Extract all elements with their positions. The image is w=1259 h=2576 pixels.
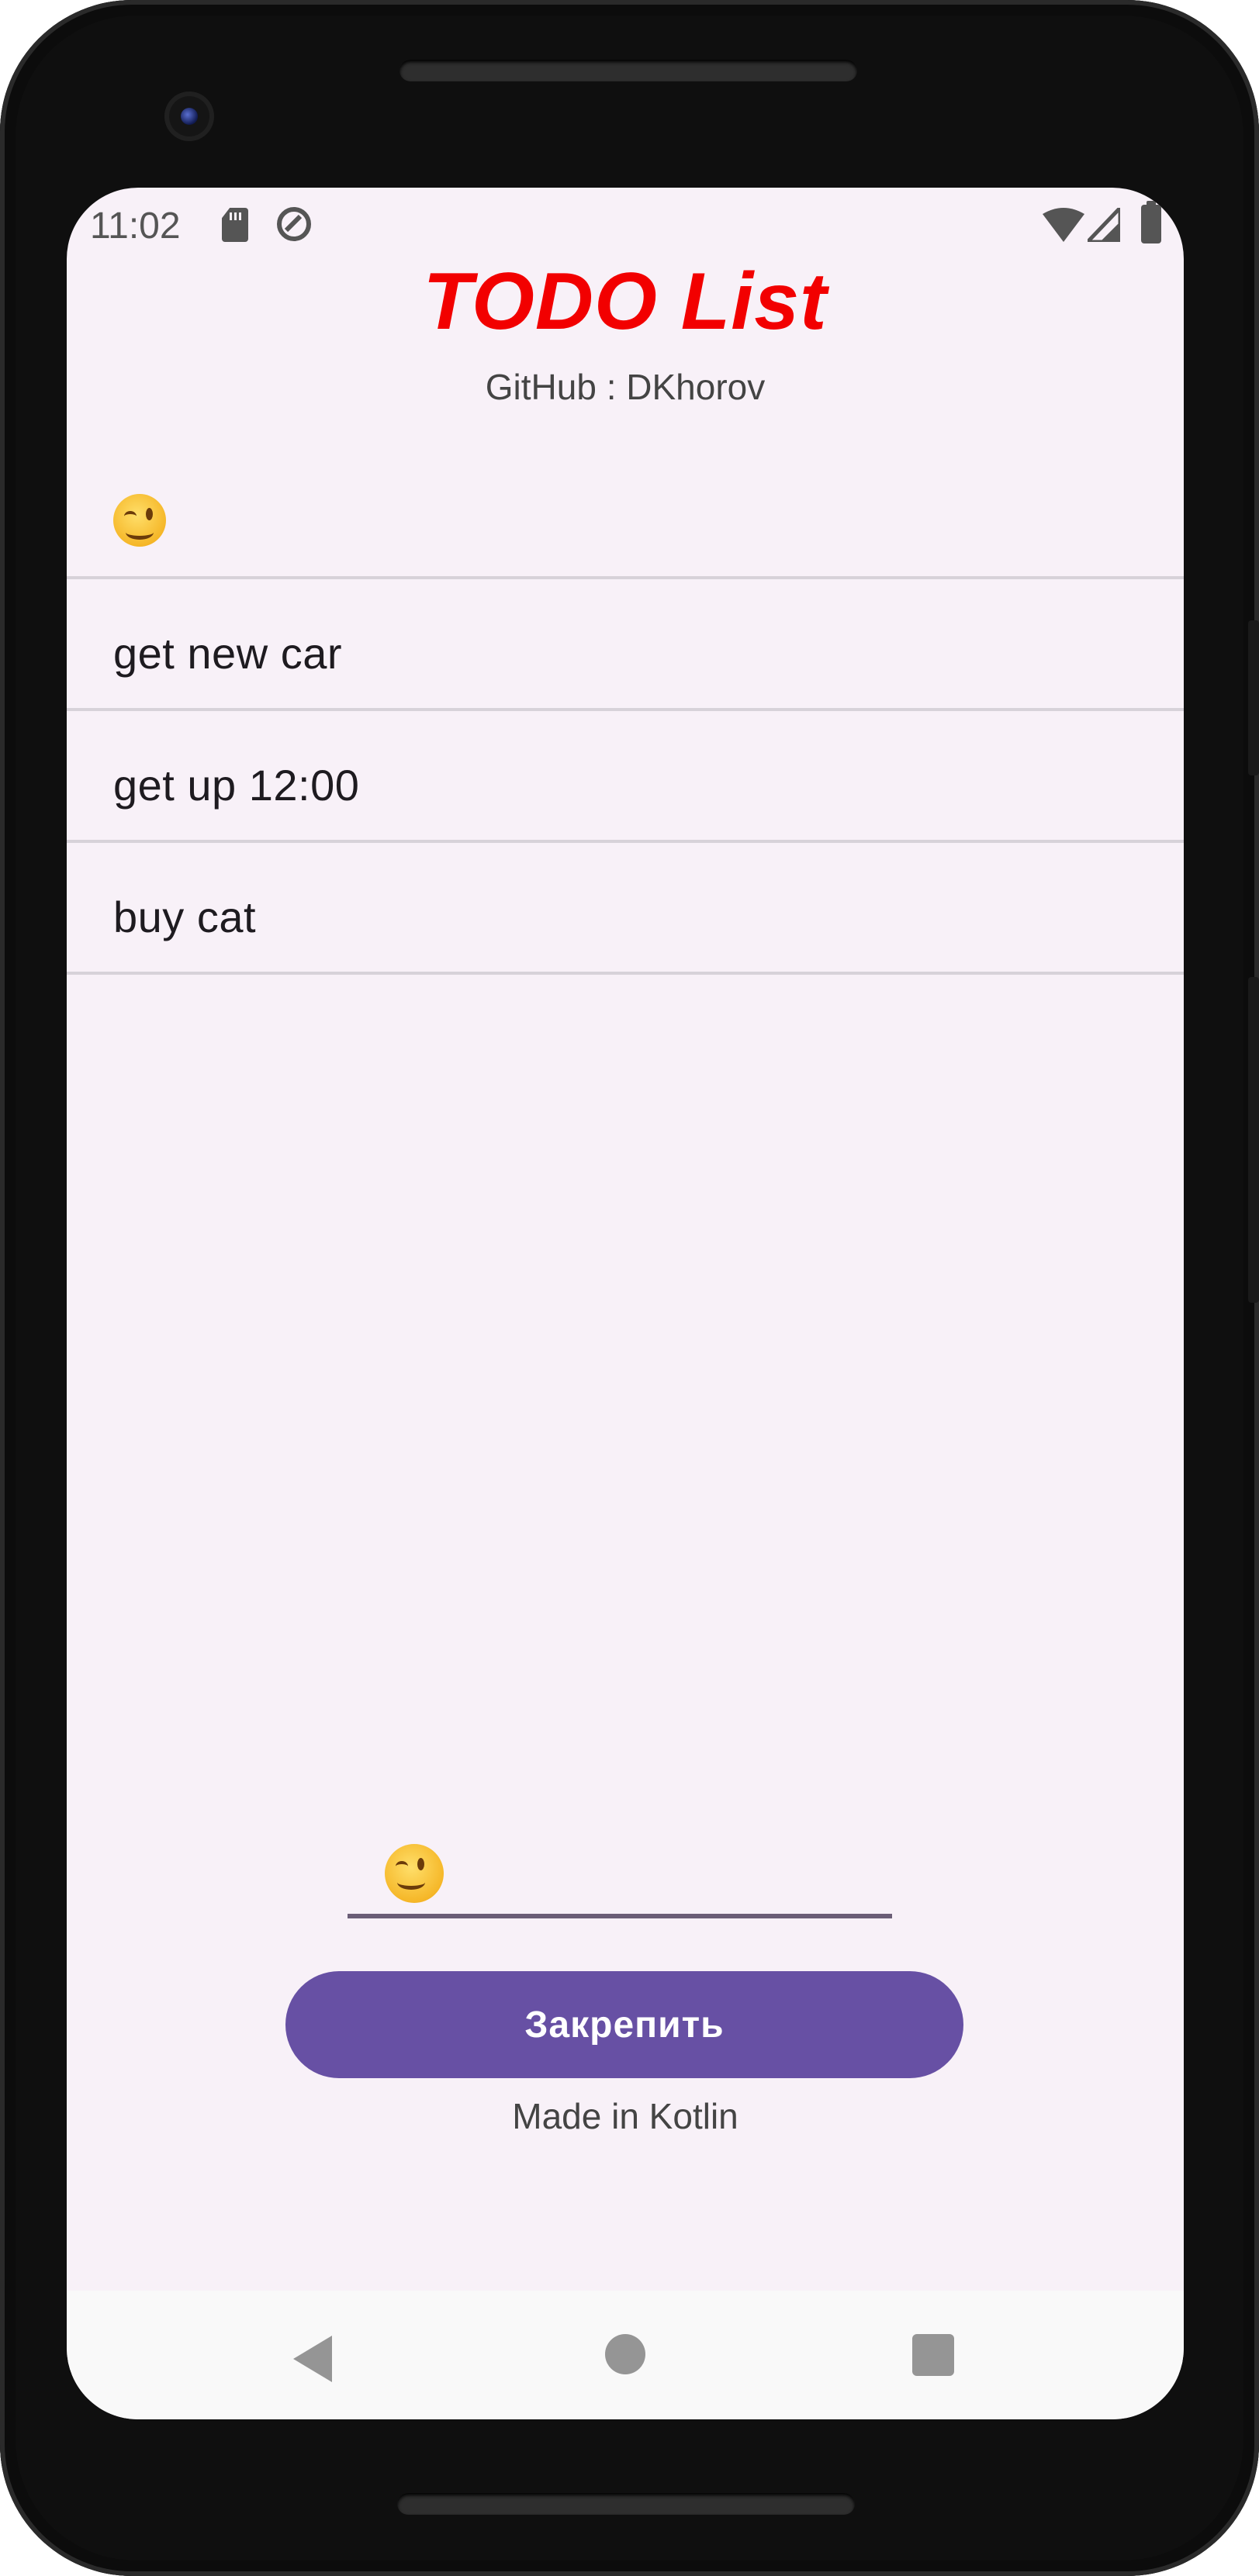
power-button — [1248, 620, 1259, 775]
todo-text-input[interactable] — [456, 1846, 878, 1901]
todo-item-label: get new car — [113, 629, 342, 678]
todo-item-label — [113, 492, 166, 547]
app-title: TODO List — [423, 257, 828, 347]
top-speaker — [399, 60, 857, 81]
home-icon[interactable] — [605, 2334, 645, 2374]
todo-item[interactable]: get new car — [67, 579, 1184, 711]
phone-frame: 11:02 TODO List GitHub : DKhorov get new… — [0, 0, 1259, 2576]
todo-item-label: get up 12:00 — [113, 761, 360, 810]
todo-input-field[interactable] — [348, 1830, 892, 1918]
todo-item-label: buy cat — [113, 893, 257, 941]
winking-face-emoji-icon — [385, 1844, 444, 1903]
app-screen: 11:02 TODO List GitHub : DKhorov get new… — [67, 188, 1184, 2419]
bottom-speaker — [397, 2493, 855, 2515]
todo-list: get new car get up 12:00 buy cat — [67, 420, 1184, 975]
todo-item[interactable]: buy cat — [67, 843, 1184, 975]
volume-button — [1248, 977, 1259, 1303]
status-time: 11:02 — [90, 205, 181, 247]
signal-icon — [1088, 208, 1120, 242]
front-camera — [164, 92, 214, 141]
battery-icon — [1141, 201, 1161, 243]
sync-icon — [277, 207, 311, 241]
recents-icon[interactable] — [912, 2334, 954, 2376]
status-bar: 11:02 — [67, 188, 1184, 265]
todo-item[interactable]: get up 12:00 — [67, 711, 1184, 843]
made-in-kotlin-note: Made in Kotlin — [512, 2096, 738, 2136]
pin-button[interactable]: Закрепить — [285, 1971, 963, 2078]
back-icon[interactable] — [293, 2336, 332, 2382]
github-credit: GitHub : DKhorov — [485, 367, 766, 407]
winking-face-emoji-icon — [113, 494, 166, 547]
sd-card-icon — [222, 208, 248, 242]
todo-item[interactable] — [67, 420, 1184, 579]
wifi-icon — [1043, 208, 1084, 242]
navigation-bar — [67, 2291, 1184, 2419]
